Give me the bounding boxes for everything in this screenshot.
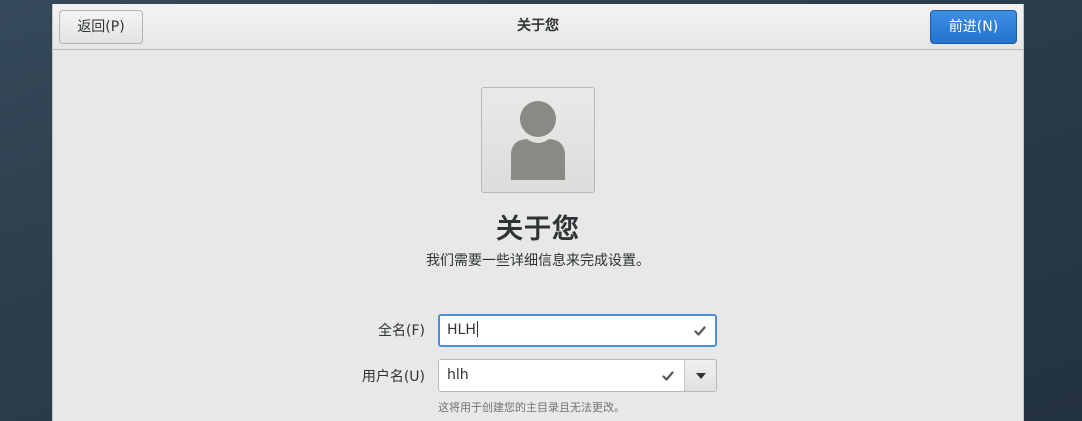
username-hint: 这将用于创建您的主目录且无法更改。 bbox=[438, 401, 625, 414]
username-dropdown-button[interactable] bbox=[684, 359, 717, 392]
username-value: hlh bbox=[447, 367, 469, 383]
fullname-field[interactable]: HLH bbox=[438, 314, 717, 347]
text-cursor bbox=[476, 321, 478, 337]
fullname-label: 全名(F) bbox=[378, 323, 425, 339]
checkmark-icon bbox=[662, 371, 674, 381]
chevron-down-icon bbox=[695, 372, 706, 379]
next-button[interactable]: 前进(N) bbox=[930, 10, 1017, 44]
checkmark-icon bbox=[694, 326, 706, 336]
avatar-button[interactable] bbox=[481, 87, 595, 193]
username-field[interactable]: hlh bbox=[438, 359, 685, 392]
header-bar: 返回(P) 关于您 前进(N) bbox=[53, 4, 1023, 50]
window-title: 关于您 bbox=[517, 18, 559, 34]
fullname-value: HLH bbox=[447, 321, 478, 338]
page-subheading: 我们需要一些详细信息来完成设置。 bbox=[426, 253, 650, 269]
page-heading: 关于您 bbox=[496, 214, 580, 245]
user-silhouette-icon bbox=[511, 101, 565, 180]
setup-window: 返回(P) 关于您 前进(N) 关于您 我们需要一些详细信息来完成设置。 全名(… bbox=[52, 4, 1024, 421]
username-label: 用户名(U) bbox=[361, 369, 425, 385]
